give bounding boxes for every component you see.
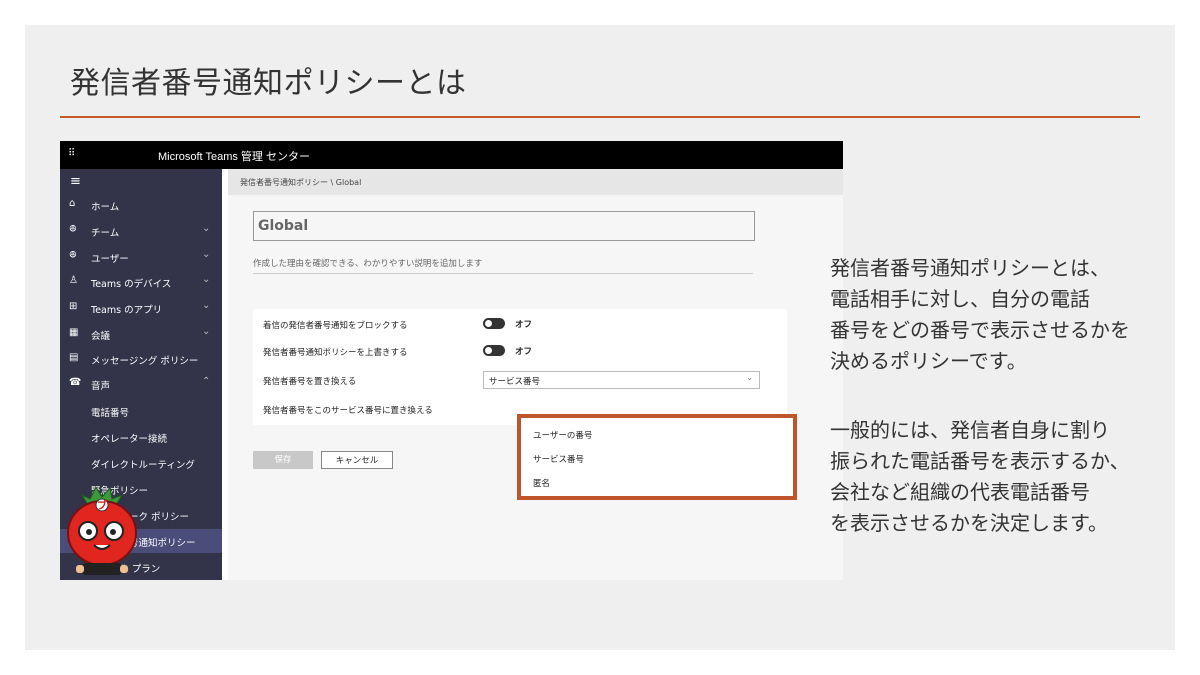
sidebar-item-messaging[interactable]: ▤ メッセージング ポリシー (60, 347, 222, 371)
dropdown-option-service-number[interactable]: サービス番号 (533, 453, 584, 465)
save-button[interactable]: 保存 (253, 451, 313, 469)
override-caller-id-label: 発信者番号通知ポリシーを上書きする (263, 348, 408, 358)
phone-icon: ☎ (69, 377, 82, 388)
toggle-state: オフ (515, 320, 533, 330)
policy-name-field[interactable]: Global (253, 211, 755, 241)
sidebar-item-label: ホーム (91, 202, 120, 213)
description-field[interactable]: 作成した理由を確認できる、わかりやすい説明を追加します (253, 257, 753, 274)
explanation-paragraph-2: 一般的には、発信者自身に割り 振られた電話番号を表示するか、 会社など組織の代表… (830, 415, 1130, 539)
select-value: サービス番号 (489, 377, 541, 387)
text-line: 発信者番号通知ポリシーとは、 (830, 256, 1110, 280)
sidebar-item-apps[interactable]: ⊞ Teams のアプリ ⌄ (60, 296, 222, 320)
dropdown-option-anonymous[interactable]: 匿名 (533, 477, 550, 489)
toggle-state: オフ (515, 347, 533, 357)
calendar-icon: ▦ (69, 327, 79, 338)
text-line: 会社など組織の代表電話番号 (830, 480, 1090, 504)
apps-icon: ⊞ (69, 301, 78, 312)
home-icon: ⌂ (69, 198, 76, 209)
slide-title: 発信者番号通知ポリシーとは (70, 66, 467, 101)
sidebar-subitem-label: 電話番号 (91, 408, 130, 419)
caller-id-dropdown-menu: ユーザーの番号 サービス番号 匿名 (517, 414, 797, 500)
text-line: を表示させるかを決定します。 (830, 511, 1108, 535)
sidebar-item-label: 会議 (91, 331, 111, 342)
text-line: 番号をどの番号で表示させるかを (830, 318, 1130, 342)
sidebar: ≡ ⌂ ホーム ꔮ チーム ⌄ ꔮ ユーザー ⌄ ♙ Teams のデバイス ⌄ (60, 169, 222, 580)
chevron-up-icon: ⌃ (202, 376, 211, 387)
app-title: Microsoft Teams 管理 センター (158, 151, 310, 163)
override-caller-id-toggle[interactable] (483, 345, 505, 356)
tomato-mascot-image: ブ (67, 485, 137, 575)
top-bar: ⠿ Microsoft Teams 管理 センター (60, 141, 843, 169)
replace-with-service-number-label: 発信者番号をこのサービス番号に置き換える (263, 406, 433, 416)
sidebar-item-teams[interactable]: ꔮ チーム ⌄ (60, 219, 222, 243)
sidebar-item-label: チーム (91, 228, 120, 239)
mascot-badge: ブ (97, 499, 107, 512)
main-content: 発信者番号通知ポリシー \ Global Global 作成した理由を確認できる… (228, 169, 843, 580)
chevron-down-icon: ⌄ (202, 326, 211, 337)
dropdown-option-user-number[interactable]: ユーザーの番号 (533, 429, 592, 441)
app-launcher-icon[interactable]: ⠿ (68, 148, 76, 159)
chevron-down-icon: ⌄ (202, 274, 211, 285)
cancel-button[interactable]: キャンセル (321, 451, 393, 469)
message-icon: ▤ (69, 352, 79, 363)
breadcrumb-text[interactable]: 発信者番号通知ポリシー \ Global (240, 177, 361, 188)
sidebar-subitem-label: ダイレクトルーティング (91, 460, 195, 471)
replace-caller-id-select[interactable]: サービス番号 ⌄ (483, 371, 760, 389)
sidebar-item-label: Teams のアプリ (91, 305, 163, 316)
users-icon: ꔮ (69, 250, 77, 261)
devices-icon: ♙ (69, 275, 78, 286)
block-incoming-caller-id-label: 着信の発信者番号通知をブロックする (263, 321, 408, 331)
teams-icon: ꔮ (69, 224, 77, 235)
replace-caller-id-label: 発信者番号を置き換える (263, 377, 357, 387)
chevron-down-icon: ⌄ (202, 300, 211, 311)
sidebar-item-meetings[interactable]: ▦ 会議 ⌄ (60, 322, 222, 346)
slide: 発信者番号通知ポリシーとは ⠿ Microsoft Teams 管理 センター … (25, 25, 1175, 650)
explanation-paragraph-1: 発信者番号通知ポリシーとは、 電話相手に対し、自分の電話 番号をどの番号で表示さ… (830, 253, 1130, 377)
sidebar-subitem-operator-connect[interactable]: オペレーター接続 (60, 425, 222, 449)
text-line: 一般的には、発信者自身に割り (830, 418, 1110, 442)
sidebar-item-label: Teams のデバイス (91, 279, 172, 290)
sidebar-item-label: 音声 (91, 381, 111, 392)
text-line: 振られた電話番号を表示するか、 (830, 449, 1130, 473)
sidebar-item-label: メッセージング ポリシー (91, 356, 199, 367)
title-divider (60, 116, 1140, 118)
text-line: 電話相手に対し、自分の電話 (830, 287, 1090, 311)
chevron-down-icon: ⌄ (202, 249, 211, 260)
chevron-down-icon: ⌄ (746, 373, 753, 382)
policy-name-value: Global (258, 218, 309, 234)
hamburger-menu-icon[interactable]: ≡ (70, 174, 81, 189)
text-line: 決めるポリシーです。 (830, 349, 1027, 373)
chevron-down-icon: ⌄ (202, 223, 211, 234)
block-incoming-caller-id-toggle[interactable] (483, 318, 505, 329)
sidebar-item-label: ユーザー (91, 254, 129, 265)
sidebar-subitem-label: オペレーター接続 (91, 434, 168, 445)
sidebar-item-devices[interactable]: ♙ Teams のデバイス ⌄ (60, 270, 222, 294)
sidebar-item-home[interactable]: ⌂ ホーム (60, 193, 222, 217)
breadcrumb: 発信者番号通知ポリシー \ Global (228, 169, 843, 195)
sidebar-subitem-phone-numbers[interactable]: 電話番号 (60, 399, 222, 423)
teams-admin-screenshot: ⠿ Microsoft Teams 管理 センター ≡ ⌂ ホーム ꔮ チーム … (60, 141, 843, 580)
settings-panel: 着信の発信者番号通知をブロックする オフ 発信者番号通知ポリシーを上書きする オ… (253, 309, 787, 425)
sidebar-item-users[interactable]: ꔮ ユーザー ⌄ (60, 245, 222, 269)
sidebar-item-voice[interactable]: ☎ 音声 ⌃ (60, 372, 222, 396)
sidebar-subitem-direct-routing[interactable]: ダイレクトルーティング (60, 451, 222, 475)
